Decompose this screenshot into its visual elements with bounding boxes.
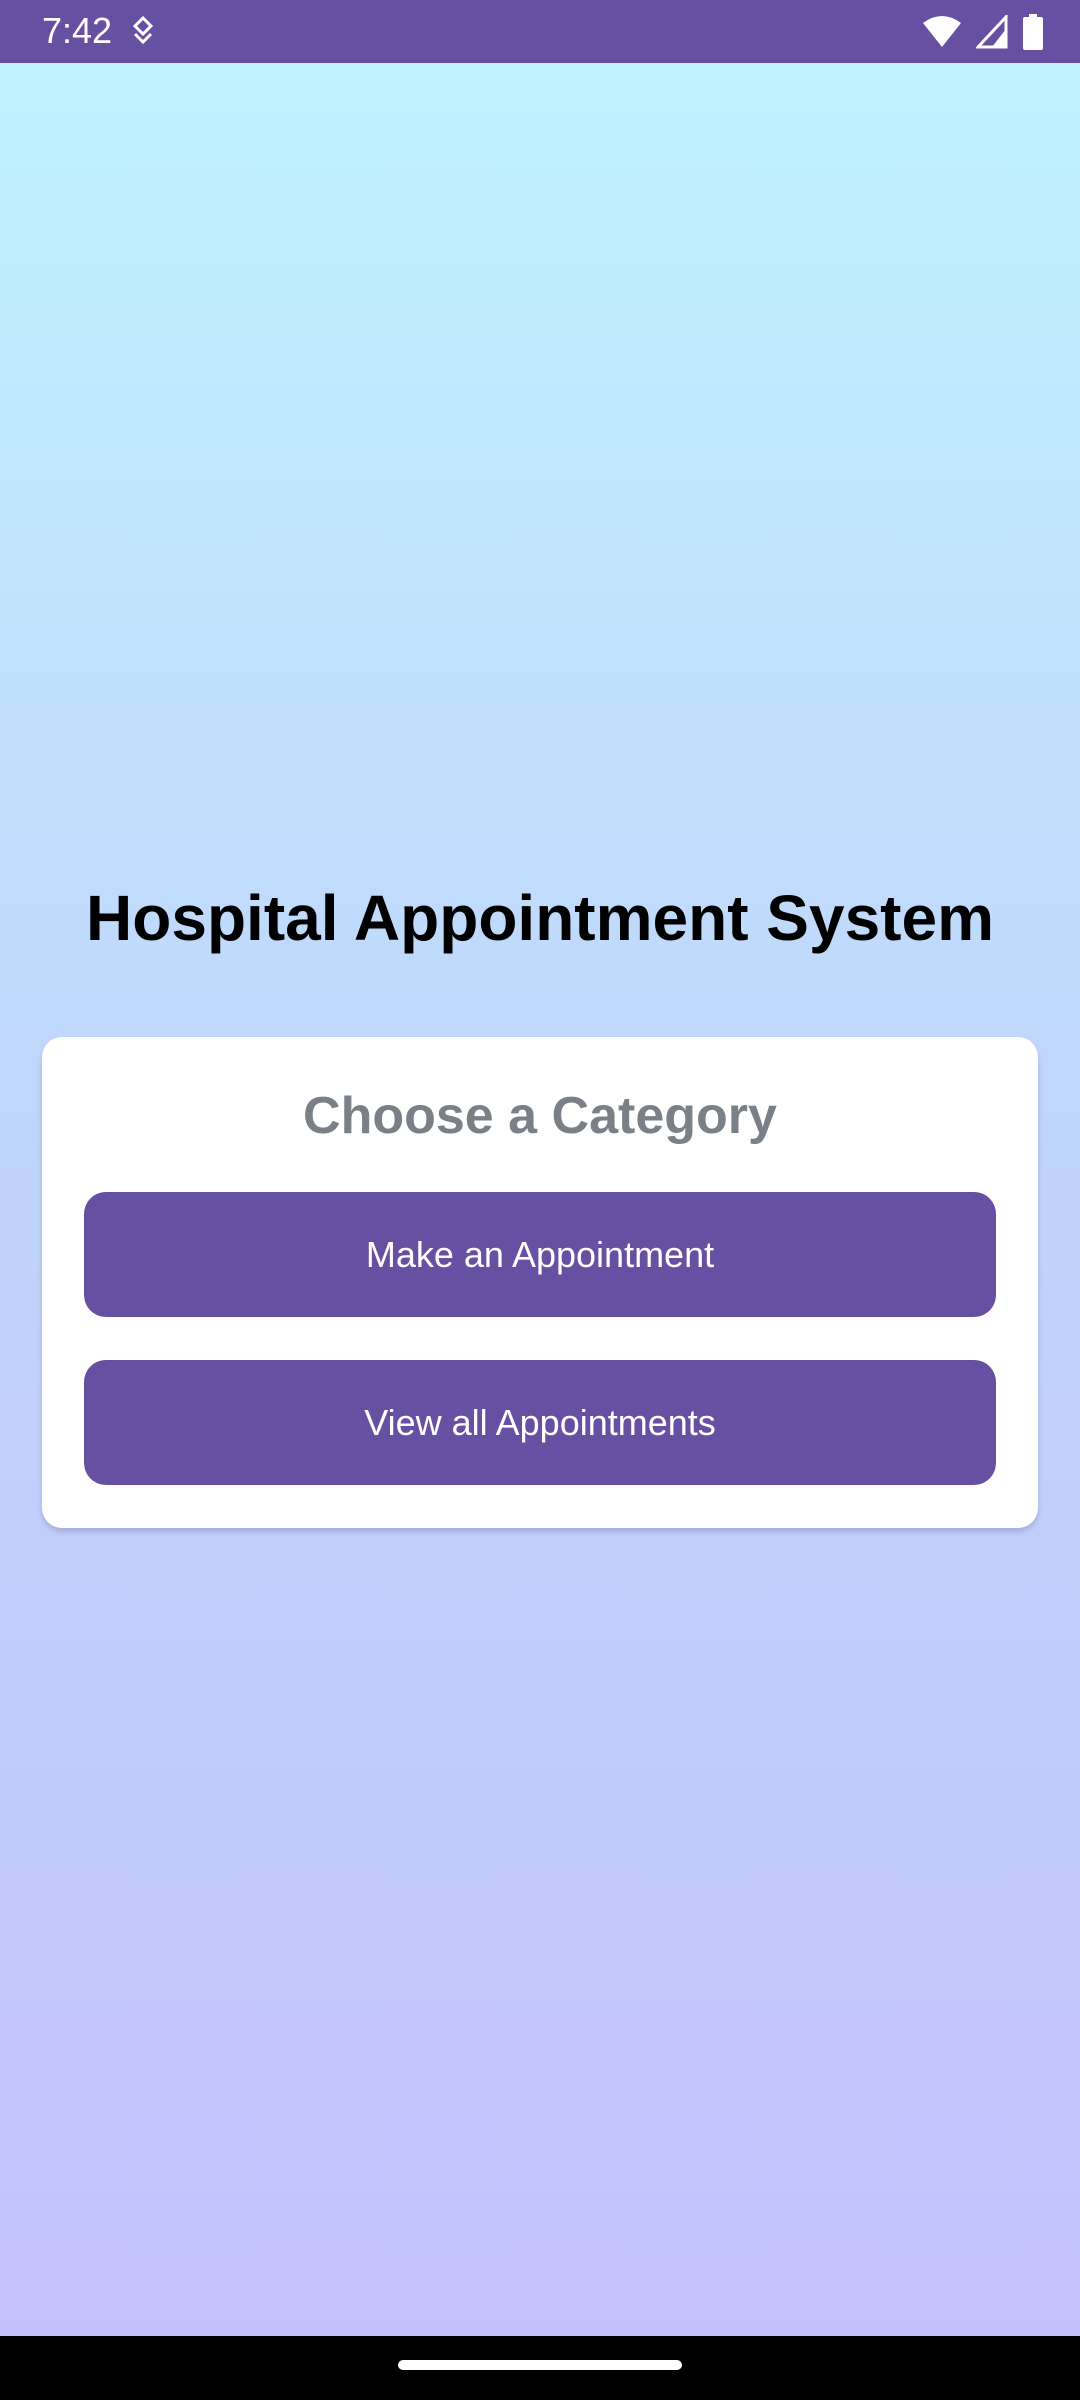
signal-icon	[976, 15, 1008, 49]
status-icons	[922, 12, 1044, 52]
make-appointment-button[interactable]: Make an Appointment	[84, 1192, 996, 1317]
notification-icon	[130, 15, 156, 46]
view-appointments-label: View all Appointments	[364, 1401, 716, 1443]
make-appointment-label: Make an Appointment	[365, 1233, 715, 1275]
wifi-icon	[922, 15, 962, 49]
home-gesture-handle[interactable]	[398, 2360, 682, 2370]
status-bar: 7:42	[0, 0, 1080, 63]
card-title: Choose a Category	[303, 1087, 777, 1145]
category-card: Choose a Category Make an Appointment Vi…	[42, 1037, 1038, 1528]
page-title: Hospital Appointment System	[86, 882, 994, 954]
status-time: 7:42	[42, 10, 113, 51]
navigation-bar	[0, 2336, 1080, 2400]
battery-icon	[1022, 14, 1044, 50]
view-appointments-button[interactable]: View all Appointments	[84, 1360, 996, 1485]
